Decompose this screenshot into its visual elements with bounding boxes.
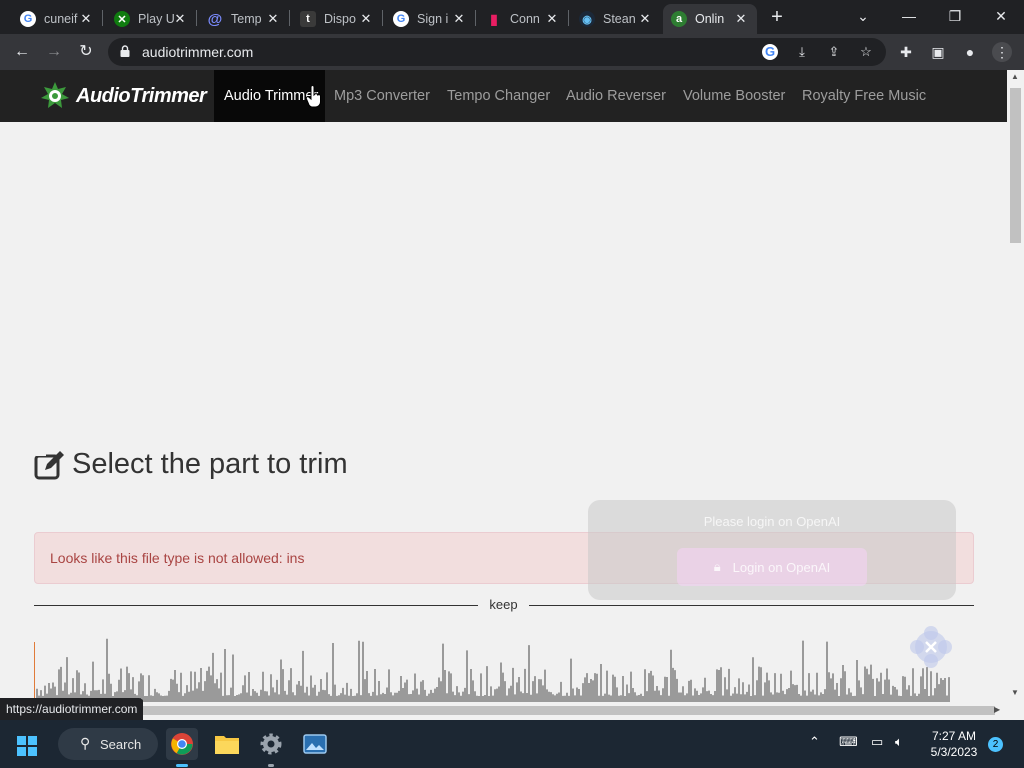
bookmark-icon: ▮ [490,10,498,27]
google-icon: G [20,11,36,27]
page-title: Select the part to trim [72,448,348,480]
restore-button[interactable]: ❐ [932,0,978,34]
vertical-scroll-thumb[interactable] [1010,88,1021,243]
close-tab-icon[interactable]: ✕ [265,11,281,27]
nav-royalty-free-music[interactable]: Royalty Free Music [802,70,926,122]
file-explorer-icon[interactable] [211,728,243,760]
openai-login-overlay: Please login on OpenAI 🔒︎ Login on OpenA… [588,500,956,600]
site-logo[interactable]: AudioTrimmer [40,80,207,112]
logo-text: AudioTrimmer [76,84,207,107]
close-tab-icon[interactable]: ✕ [78,11,94,27]
url-text: audiotrimmer.com [142,44,254,60]
scroll-up-icon[interactable]: ▲ [1011,72,1019,81]
taskbar-search-label: Search [100,736,142,752]
browser-toolbar: ← → ↻ audiotrimmer.com G ⤓ ⇪ ☆ ✚ ▣ ● ⋮ [0,34,1024,70]
profile-icon[interactable]: ● [960,42,980,62]
clock-time: 7:27 AM [931,729,977,743]
divider-right [529,605,974,606]
nav-audio-reverser[interactable]: Audio Reverser [566,70,666,122]
at-sign-icon: @ [207,10,223,28]
install-app-icon[interactable]: ⤓ [794,44,810,60]
extensions-puzzle-icon[interactable]: ✚ [896,42,916,62]
close-tab-icon[interactable]: ✕ [544,11,560,27]
horizontal-scrollbar[interactable]: ▶ [0,702,1007,719]
audio-waveform[interactable] [34,628,954,704]
close-tab-icon[interactable]: ✕ [172,11,188,27]
bookmark-star-icon[interactable]: ☆ [858,44,874,60]
minimize-button[interactable]: — [886,0,932,34]
close-window-button[interactable]: ✕ [978,0,1024,34]
notification-badge[interactable]: 2 [988,737,1003,752]
xbox-icon: ✕ [114,11,130,27]
volume-icon[interactable]: 🔈︎ [895,734,903,750]
browser-tab-strip: G cuneif ✕ ✕ Play U ✕ @ Temp ✕ t Dispo ✕… [0,0,1024,34]
openai-float-close-icon[interactable] [908,624,954,670]
close-tab-icon[interactable]: ✕ [451,11,467,27]
tray-overflow-chevron-icon[interactable]: ⌃ [809,734,820,750]
divider-left [34,605,478,606]
chrome-menu-icon[interactable]: ⋮ [992,42,1012,62]
keyboard-icon[interactable]: ⌨ [839,734,858,750]
steam-icon: ◉ [579,11,595,27]
close-tab-icon[interactable]: ✕ [733,11,749,27]
nav-mp3-converter[interactable]: Mp3 Converter [334,70,430,122]
site-navbar: AudioTrimmer Audio Trimmer Mp3 Converter… [0,70,1007,122]
reload-button[interactable]: ↻ [72,38,100,66]
search-icon: ⚲ [80,735,91,751]
new-tab-button[interactable]: + [767,7,787,27]
photos-app-icon[interactable] [299,728,331,760]
section-heading: Select the part to trim [34,448,348,481]
settings-gear-icon[interactable] [255,728,287,760]
t-icon: t [300,11,316,27]
tab-sign-in[interactable]: G Sign i ✕ [385,4,475,34]
keep-label: keep [489,597,518,612]
tab-dispo[interactable]: t Dispo ✕ [292,4,382,34]
close-tab-icon[interactable]: ✕ [637,11,653,27]
google-icon: G [393,11,409,27]
side-panel-icon[interactable]: ▣ [928,42,948,62]
back-button[interactable]: ← [8,38,36,66]
tab-cuneiform[interactable]: G cuneif ✕ [12,4,102,34]
audiotrimmer-logo-icon [41,82,69,108]
link-status-bubble: https://audiotrimmer.com [0,698,144,720]
forward-button[interactable]: → [40,38,68,66]
chrome-taskbar-icon[interactable] [166,728,198,760]
vertical-scrollbar[interactable]: ▲ ▼ [1007,70,1024,702]
nav-volume-booster[interactable]: Volume Booster [683,70,785,122]
close-tab-icon[interactable]: ✕ [358,11,374,27]
page-content: Select the part to trim Looks like this … [0,122,1007,704]
google-lens-icon[interactable]: G [762,44,778,60]
alert-text: Looks like this file type is not allowed… [50,550,305,566]
edit-square-icon [34,450,64,479]
tab-online-active[interactable]: a Onlin ✕ [663,4,757,34]
openai-login-button[interactable]: 🔒︎ Login on OpenAI [677,548,867,586]
horizontal-scroll-thumb[interactable] [140,706,995,715]
system-clock[interactable]: 7:27 AM 5/3/2023 [925,728,983,760]
openai-login-message: Please login on OpenAI [703,514,841,529]
address-bar[interactable]: audiotrimmer.com G ⤓ ⇪ ☆ [108,38,886,66]
lock-icon: 🔒︎ [713,559,721,574]
windows-taskbar: ⚲ Search ⌃ ⌨ ▭ 🔈︎ 7:27 AM 5/3/2023 2 [0,720,1024,768]
tab-search-chevron-icon[interactable]: ⌄ [840,0,886,34]
scroll-right-icon[interactable]: ▶ [994,705,1000,714]
openai-login-button-label: Login on OpenAI [732,559,831,575]
share-icon[interactable]: ⇪ [826,44,842,60]
scroll-down-icon[interactable]: ▼ [1011,688,1019,697]
tab-temp[interactable]: @ Temp ✕ [199,4,289,34]
tab-steam[interactable]: ◉ Stean ✕ [571,4,661,34]
windows-start-icon[interactable] [17,736,37,756]
lock-icon [120,45,130,57]
clock-date: 5/3/2023 [930,745,978,759]
tab-play[interactable]: ✕ Play U ✕ [106,4,196,34]
tab-conn[interactable]: ▮ Conn ✕ [478,4,568,34]
hand-cursor-icon [306,86,321,108]
nav-tempo-changer[interactable]: Tempo Changer [447,70,550,122]
network-icon[interactable]: ▭ [871,734,883,750]
taskbar-search[interactable]: ⚲ Search [58,728,158,760]
audiotrimmer-icon: a [671,11,687,27]
